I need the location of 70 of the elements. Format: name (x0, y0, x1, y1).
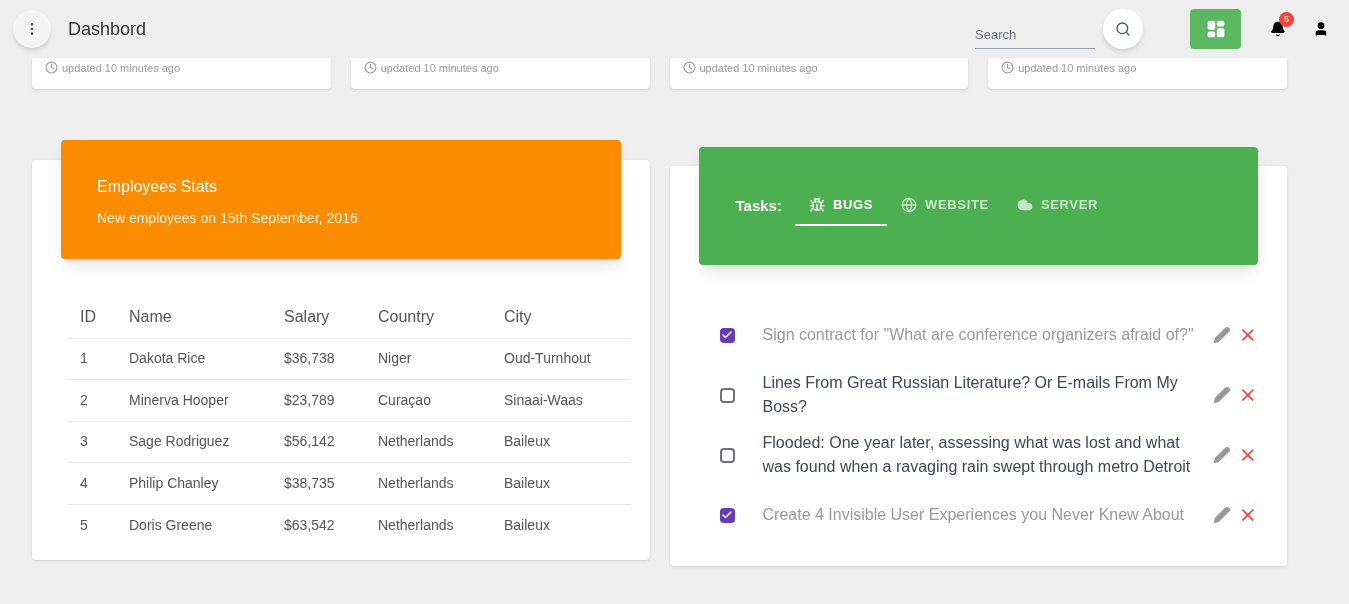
notification-count: 5 (1279, 12, 1294, 27)
table-cell: Philip Chanley (116, 462, 271, 504)
edit-icon[interactable] (1212, 446, 1231, 464)
search-button[interactable] (1103, 9, 1143, 49)
clock-icon (1001, 61, 1015, 74)
check-icon (721, 509, 733, 521)
notifications-icon[interactable] (1270, 21, 1286, 37)
edit-icon[interactable] (1212, 326, 1231, 344)
column-header: Salary (271, 296, 365, 338)
table-cell: $23,789 (271, 379, 365, 421)
table-cell: Netherlands (365, 421, 491, 463)
table-cell: Oud-Turnhout (491, 338, 631, 380)
table-cell: $38,735 (271, 462, 365, 504)
edit-icon[interactable] (1212, 386, 1231, 404)
table-cell: Baileux (491, 462, 631, 504)
search-icon (1115, 21, 1131, 37)
table-cell: $56,142 (271, 421, 365, 463)
card-title: Employees Stats (97, 177, 219, 197)
updated-time: updated 10 minutes ago (699, 61, 818, 76)
task-checkbox[interactable] (719, 507, 735, 523)
table-cell: $36,738 (271, 338, 365, 380)
clock-icon (363, 61, 377, 74)
clock-icon (682, 61, 696, 74)
account-icon[interactable] (1313, 21, 1329, 37)
task-tab[interactable]: WEBSITE (887, 186, 1003, 226)
globe-icon (901, 197, 918, 213)
task-checkbox[interactable] (719, 447, 735, 463)
column-header: ID (67, 296, 116, 338)
table-cell: Sinaai-Waas (491, 379, 631, 421)
table-cell: Minerva Hooper (116, 379, 271, 421)
table-cell: $63,542 (271, 504, 365, 546)
table-cell: 4 (67, 462, 116, 504)
column-header: City (491, 296, 631, 338)
task-tab[interactable]: BUGS (794, 186, 888, 226)
task-text: Flooded: One year later, assessing what was lost and what was found when a ravaging rain swept through metro Detroit (762, 433, 1192, 477)
column-header: Country (365, 296, 491, 338)
bug-icon (808, 197, 825, 213)
cloud-icon (1016, 197, 1033, 213)
tasks-label: Tasks: (735, 195, 782, 216)
table-cell: Curaçao (365, 379, 491, 421)
updated-time: updated 10 minutes ago (62, 61, 181, 76)
clock-icon (45, 61, 58, 74)
updated-time: updated 10 minutes ago (1018, 61, 1137, 76)
table-cell: Niger (365, 338, 491, 380)
task-tab[interactable]: SERVER (1002, 186, 1112, 226)
check-icon (721, 329, 733, 341)
table-cell: Sage Rodriguez (116, 421, 271, 463)
search-field[interactable]: Search (975, 20, 1095, 50)
page-title: Dashbord (68, 17, 147, 41)
column-header: Name (116, 296, 271, 338)
task-text: Lines From Great Russian Literature? Or E-mails From My Boss? (762, 373, 1179, 417)
table-cell: 2 (67, 379, 116, 421)
table-cell: Dakota Rice (116, 338, 271, 380)
table-cell: 1 (67, 338, 116, 380)
dashboard-icon (1205, 19, 1226, 39)
task-checkbox[interactable] (719, 327, 735, 343)
table-cell: Netherlands (365, 462, 491, 504)
table-cell: Doris Greene (116, 504, 271, 546)
task-text: Sign contract for "What are conference organizers afraid of?" (762, 325, 1195, 345)
table-cell: Baileux (491, 504, 631, 546)
table-cell: Netherlands (365, 504, 491, 546)
task-checkbox[interactable] (719, 387, 735, 403)
card-subtitle: New employees on 15th September, 2016 (97, 209, 359, 228)
updated-time: updated 10 minutes ago (380, 61, 499, 76)
dashboard-button[interactable] (1190, 9, 1241, 49)
edit-icon[interactable] (1212, 506, 1231, 524)
table-cell: 5 (67, 504, 116, 546)
task-text: Create 4 Invisible User Experiences you Never Knew About (762, 505, 1186, 525)
table-cell: 3 (67, 421, 116, 463)
table-cell: Baileux (491, 421, 631, 463)
